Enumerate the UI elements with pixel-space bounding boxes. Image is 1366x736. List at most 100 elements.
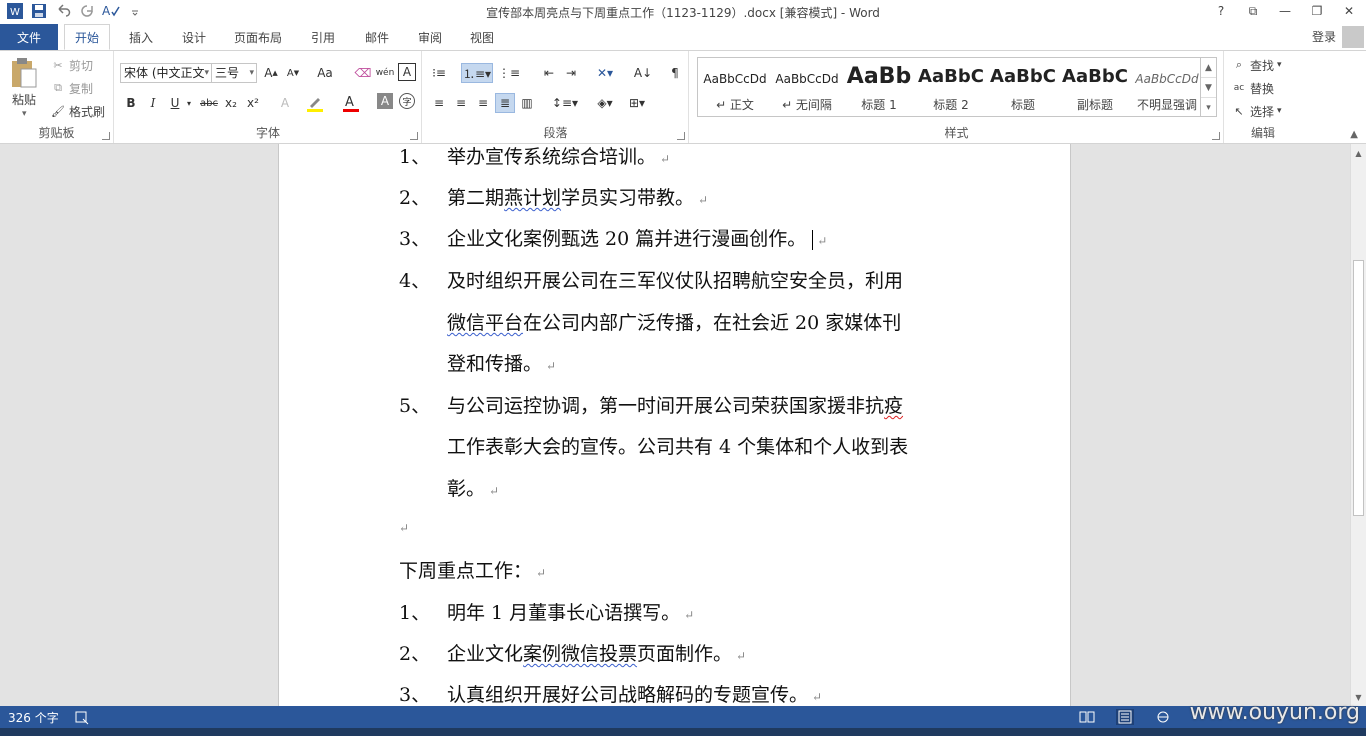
- vertical-scrollbar[interactable]: ▲ ▼: [1350, 144, 1366, 706]
- find-button[interactable]: ⌕ 查找 ▾: [1231, 55, 1282, 75]
- collapse-ribbon-icon[interactable]: ▲: [1350, 129, 1358, 140]
- shading-icon[interactable]: ◈▾: [591, 93, 619, 113]
- style-no-spacing[interactable]: AaBbCcDd ↵ 无间隔: [772, 60, 842, 114]
- justify-icon[interactable]: ≣: [495, 93, 515, 113]
- borders-icon[interactable]: ⊞▾: [623, 93, 651, 113]
- web-layout-icon[interactable]: [1154, 709, 1172, 725]
- italic-button[interactable]: I: [143, 93, 163, 113]
- paste-dropdown-icon[interactable]: ▾: [22, 109, 27, 119]
- paintbrush-icon: 🖌: [51, 104, 65, 118]
- proofing-icon[interactable]: [74, 709, 90, 725]
- doc-line: 2、 第二期燕计划学员实习带教。 ↵: [399, 187, 709, 209]
- paragraph-launcher-icon[interactable]: [677, 132, 685, 140]
- title-bar: W A 宣传部本周亮点与下周重点工作（1123-1129）.docx [兼容模式…: [0, 0, 1366, 24]
- text-effects-icon[interactable]: A: [275, 93, 295, 113]
- numbering-icon[interactable]: ⒈≡▾: [461, 63, 493, 83]
- close-button[interactable]: ✕: [1338, 2, 1360, 20]
- enclose-characters-icon[interactable]: 字: [399, 93, 415, 109]
- superscript-button[interactable]: x²: [243, 93, 263, 113]
- gallery-up-icon[interactable]: ▲: [1201, 58, 1216, 78]
- subscript-button[interactable]: x₂: [221, 93, 241, 113]
- font-group: 宋体 (中文正文 三号 A▲ A▼ Aa ⌫ wén A B I U ▾ abc…: [115, 51, 422, 143]
- doc-line: 工作表彰大会的宣传。公司共有 4 个集体和个人收到表: [447, 436, 909, 458]
- gallery-down-icon[interactable]: ▼: [1201, 78, 1216, 98]
- tab-insert[interactable]: 插入: [129, 24, 153, 50]
- bold-button[interactable]: B: [121, 93, 141, 113]
- grow-font-icon[interactable]: A ▲: [261, 63, 281, 83]
- paste-button[interactable]: 粘贴 ▾: [8, 57, 44, 119]
- character-border-icon[interactable]: A: [398, 63, 416, 81]
- doc-line: 4、 及时组织开展公司在三军仪仗队招聘航空安全员，利用: [399, 270, 904, 292]
- tab-design[interactable]: 设计: [182, 24, 206, 50]
- sort-icon[interactable]: A↓: [633, 63, 653, 83]
- tab-view[interactable]: 视图: [470, 24, 494, 50]
- maximize-button[interactable]: ❐: [1306, 2, 1328, 20]
- replace-button[interactable]: ac 替换: [1231, 78, 1274, 98]
- font-color-icon[interactable]: A: [341, 93, 361, 113]
- style-normal[interactable]: AaBbCcDd ↵ 正文: [700, 60, 770, 114]
- character-shading-icon[interactable]: A: [377, 93, 393, 109]
- format-painter-button[interactable]: 🖌 格式刷: [50, 101, 105, 121]
- word-count[interactable]: 326 个字: [8, 709, 59, 726]
- tab-file[interactable]: 文件: [0, 24, 58, 50]
- style-subtle-emphasis[interactable]: AaBbCcDd 不明显强调: [1132, 60, 1202, 114]
- style-title[interactable]: AaBbC 标题: [988, 60, 1058, 114]
- minimize-button[interactable]: —: [1274, 2, 1296, 20]
- font-launcher-icon[interactable]: [410, 132, 418, 140]
- read-mode-icon[interactable]: [1078, 709, 1096, 725]
- clear-formatting-icon[interactable]: ⌫: [353, 63, 373, 83]
- sign-in-link[interactable]: 登录: [1312, 28, 1336, 45]
- highlight-icon[interactable]: [305, 93, 325, 113]
- os-taskbar: [0, 728, 1366, 736]
- print-layout-icon[interactable]: [1116, 709, 1134, 725]
- phonetic-guide-icon[interactable]: wén: [375, 63, 395, 83]
- change-case-button[interactable]: Aa: [311, 63, 339, 83]
- strikethrough-button[interactable]: abc: [199, 93, 219, 113]
- gallery-more-icon[interactable]: ▾: [1201, 98, 1216, 118]
- decrease-indent-icon[interactable]: ⇤: [539, 63, 559, 83]
- tab-references[interactable]: 引用: [311, 24, 335, 50]
- svg-text:A: A: [345, 95, 354, 110]
- bullets-icon[interactable]: ⁝≡: [429, 63, 449, 83]
- select-button[interactable]: ↖ 选择 ▾: [1231, 101, 1281, 121]
- align-left-icon[interactable]: ≡: [429, 93, 449, 113]
- clipboard-group-label: 剪贴板: [38, 126, 75, 140]
- paste-label: 粘贴: [12, 93, 37, 107]
- help-button[interactable]: ?: [1210, 2, 1232, 20]
- status-bar: 326 个字 www.ouyun.org: [0, 700, 1366, 728]
- style-heading-2[interactable]: AaBbC 标题 2: [916, 60, 986, 114]
- tab-review[interactable]: 审阅: [418, 24, 442, 50]
- tab-mailings[interactable]: 邮件: [365, 24, 389, 50]
- scroll-up-icon[interactable]: ▲: [1351, 146, 1366, 160]
- tab-home[interactable]: 开始: [64, 24, 111, 50]
- underline-dropdown-icon[interactable]: ▾: [179, 93, 199, 113]
- style-subtitle[interactable]: AaBbC 副标题: [1060, 60, 1130, 114]
- scroll-thumb[interactable]: [1353, 260, 1364, 516]
- copy-button[interactable]: ⧉ 复制: [50, 78, 93, 98]
- chinese-layout-icon[interactable]: ✕▾: [595, 63, 615, 83]
- multilevel-list-icon[interactable]: ⋮≡: [498, 63, 520, 83]
- font-group-label: 字体: [255, 126, 280, 140]
- font-family-select[interactable]: 宋体 (中文正文: [120, 63, 212, 83]
- align-right-icon[interactable]: ≡: [473, 93, 493, 113]
- distributed-icon[interactable]: ▥: [517, 93, 537, 113]
- line-spacing-icon[interactable]: ↕≡▾: [551, 93, 579, 113]
- shrink-font-icon[interactable]: A ▼: [283, 63, 303, 83]
- increase-indent-icon[interactable]: ⇥: [561, 63, 581, 83]
- show-marks-icon[interactable]: ¶: [665, 63, 685, 83]
- clipboard-launcher-icon[interactable]: [102, 132, 110, 140]
- ribbon-display-options-button[interactable]: ⧉: [1242, 2, 1264, 20]
- doc-line: 5、 与公司运控协调，第一时间开展公司荣获国家援非抗疫: [399, 395, 904, 417]
- avatar[interactable]: [1342, 26, 1364, 48]
- doc-line: 微信平台在公司内部广泛传播，在社会近 20 家媒体刊: [447, 312, 902, 334]
- style-heading-1[interactable]: AaBb 标题 1: [844, 60, 914, 114]
- font-size-select[interactable]: 三号: [211, 63, 257, 83]
- tab-page-layout[interactable]: 页面布局: [234, 24, 282, 50]
- cut-button[interactable]: ✂ 剪切: [50, 55, 93, 75]
- styles-launcher-icon[interactable]: [1212, 132, 1220, 140]
- align-center-icon[interactable]: ≡: [451, 93, 471, 113]
- ribbon-tabs: 文件 开始 插入 设计 页面布局 引用 邮件 审阅 视图 登录: [0, 24, 1366, 50]
- editing-group: ⌕ 查找 ▾ ac 替换 ↖ 选择 ▾ 编辑: [1225, 51, 1301, 143]
- document-page[interactable]: 1、 举办宣传系统综合培训。 ↵ 2、 第二期燕计划学员实习带教。 ↵ 3、 企业文化案例…: [278, 144, 1071, 706]
- paragraph-group-label: 段落: [543, 126, 568, 140]
